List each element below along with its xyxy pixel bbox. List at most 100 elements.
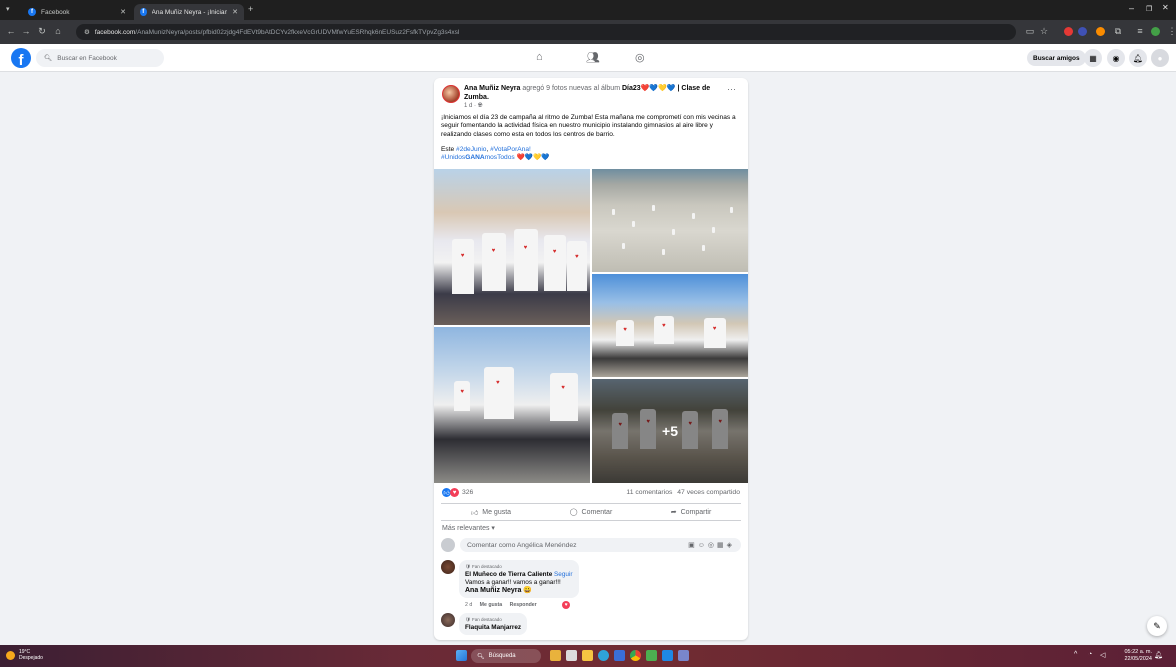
comment-sort-dropdown[interactable]: Más relevantes ▾ [442,524,495,532]
file-explorer-icon[interactable] [582,650,593,661]
search-icon: 🔍︎ [477,653,485,660]
app-icon[interactable] [646,650,657,661]
cast-icon[interactable]: ▭ [1024,26,1036,37]
tray-chevron-icon[interactable]: ^ [1074,651,1077,658]
comment-time[interactable]: 2 d [465,602,472,608]
fan-badge-label: Fan destacado [471,617,502,622]
post-time[interactable]: 1 d · [464,103,476,109]
reaction-summary[interactable]: 👍︎ ♥ 326 [442,488,473,497]
extension-blue-icon[interactable] [1078,27,1087,36]
facebook-logo-icon[interactable]: f [11,48,31,68]
url-domain: facebook.com [94,28,136,36]
commenter-name[interactable]: El Muñeco de Tierra Caliente [465,571,552,578]
home-nav-icon[interactable]: ⌂ [536,51,543,63]
taskbar-search[interactable]: 🔍︎ Búsqueda [471,649,541,663]
maximize-button[interactable]: ❐ [1146,5,1152,13]
close-tab-icon[interactable]: ✕ [232,8,238,16]
comment-mention[interactable]: Ana Muñiz Neyra 😀 [465,587,573,595]
friends-nav-icon[interactable]: 👥︎ [586,51,600,64]
post-options-icon[interactable]: ··· [727,84,736,94]
like-button[interactable]: 👍︎ Me gusta [441,504,541,520]
app-icon[interactable] [678,650,689,661]
chrome-icon[interactable] [630,650,641,661]
bookmark-star-icon[interactable]: ☆ [1038,26,1050,37]
clock[interactable]: 05:22 a. m. 22/05/2024 [1124,649,1152,662]
edge-icon[interactable] [598,650,609,661]
comment-like-link[interactable]: Me gusta [480,602,502,608]
close-tab-icon[interactable]: ✕ [120,8,126,16]
comment-bubble: 🛡︎ Fan destacado El Muñeco de Tierra Cal… [459,560,579,598]
messenger-icon[interactable]: ◉ [1107,49,1125,67]
post-photo-1[interactable] [434,169,590,325]
comment-bubble-icon: ◯ [569,509,578,516]
more-photos-overlay[interactable]: +5 [592,379,748,483]
profile-icon[interactable] [1151,27,1160,36]
address-bar[interactable]: ⚙ facebook.com/AnaMunizNeyra/posts/pfbid… [76,24,1016,40]
new-message-button[interactable]: ✎ [1147,616,1167,636]
app-icon[interactable] [662,650,673,661]
author-avatar[interactable] [442,85,460,103]
post-photo-2[interactable] [592,169,748,272]
wifi-icon[interactable]: ◔ [1088,651,1092,658]
groups-nav-icon[interactable]: ◎ [635,51,645,64]
close-window-button[interactable]: ✕ [1162,3,1169,12]
extension-red-icon[interactable] [1064,27,1073,36]
tab-list-icon[interactable]: ▾ [6,5,10,13]
comment-reply-link[interactable]: Responder [510,602,537,608]
store-icon[interactable] [614,650,625,661]
commenter-avatar[interactable] [441,560,455,574]
task-view-icon[interactable] [566,650,577,661]
follow-link[interactable]: Seguir [554,571,572,578]
tab-post[interactable]: f Ana Muñiz Neyra - ¡Iniciamos ... ✕ [134,4,244,20]
share-label: Compartir [680,508,712,516]
extension-orange-icon[interactable] [1096,27,1105,36]
account-avatar[interactable]: ● [1151,49,1169,67]
minimize-button[interactable]: – [1129,3,1134,13]
comment-tools-icons[interactable]: ▣☺◎▦◈ [688,541,735,549]
comment-input[interactable]: Comentar como Angélica Menéndez ▣☺◎▦◈ [460,538,741,552]
post-photo-4[interactable] [592,274,748,377]
home-icon[interactable]: ⌂ [52,26,64,36]
widgets-app-icon[interactable] [550,650,561,661]
post-photo-5[interactable]: +5 [592,379,748,483]
comment-item: 🛡︎ Fan destacado El Muñeco de Tierra Cal… [441,560,741,609]
menu-grid-icon[interactable]: ▦ [1084,49,1102,67]
comment-placeholder: Comentar como Angélica Menéndez [467,541,577,549]
comment-count[interactable]: 11 comentarios [626,489,672,496]
reload-icon[interactable]: ↻ [36,26,48,37]
commenter-name[interactable]: Flaquita Manjarrez [465,624,521,632]
volume-icon[interactable]: ◁ [1100,651,1105,659]
share-count[interactable]: 47 veces compartido [677,489,740,496]
extensions-icon[interactable]: ⧉ [1112,26,1124,37]
comment-bubble: 🛡︎ Fan destacado Flaquita Manjarrez [459,613,528,635]
tab-search-icon[interactable]: ≡ [1134,26,1146,36]
post-photo-3[interactable] [434,327,590,483]
clock-time: 05:22 a. m. [1124,649,1152,655]
hashtag-united[interactable]: #UnidosGANAmosTodos [441,154,515,161]
comment-label: Comentar [581,508,613,516]
hashtag-part: mosTodos [484,154,515,162]
notification-bell-icon[interactable]: 🔔︎ [1154,651,1163,659]
author-name[interactable]: Ana Muñiz Neyra [464,85,520,92]
start-button[interactable] [456,650,467,661]
post-header: Ana Muñiz Neyra agregó 9 fotos nuevas al… [464,84,726,102]
hashtag-date[interactable]: #2deJunio [456,146,486,153]
site-info-icon[interactable]: ⚙ [84,28,90,36]
facebook-search-input[interactable]: 🔍︎ Buscar en Facebook [36,49,164,67]
menu-icon[interactable]: ⋮ [1166,26,1176,37]
notifications-icon[interactable]: 🔔︎ [1129,49,1147,67]
edit-icon: ✎ [1153,620,1161,631]
commenter-avatar[interactable] [441,613,455,627]
comment-button[interactable]: ◯ Comentar [541,504,641,520]
hashtag-vote[interactable]: #VotaPorAna! [490,146,531,153]
weather-widget[interactable]: 19°C Despejado [6,649,43,661]
back-icon[interactable]: ← [5,26,17,36]
find-friends-button[interactable]: Buscar amigos [1027,50,1086,66]
forward-icon[interactable]: → [20,26,32,36]
new-tab-button[interactable]: + [248,4,253,14]
tab-facebook[interactable]: f Facebook ✕ [22,4,132,20]
share-button[interactable]: ➦ Compartir [641,504,741,520]
browser-toolbar: ← → ↻ ⌂ ⚙ facebook.com/AnaMunizNeyra/pos… [0,20,1176,44]
engagement-counts: 11 comentarios 47 veces compartido [626,489,740,496]
search-placeholder: Buscar en Facebook [57,54,117,62]
